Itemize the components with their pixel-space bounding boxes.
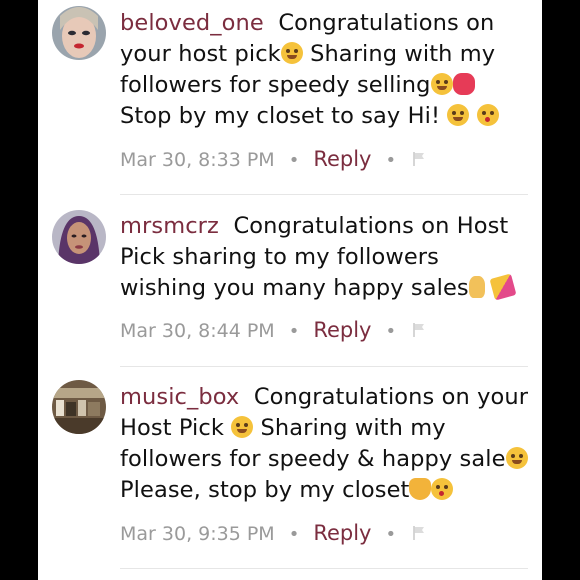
comment-meta: Mar 30, 8:33 PM • Reply •: [120, 145, 426, 173]
comment-meta: Mar 30, 9:35 PM • Reply •: [120, 519, 426, 547]
username-link[interactable]: beloved_one: [120, 10, 264, 36]
separator-dot: •: [288, 321, 300, 342]
hugging-face-icon: [505, 447, 528, 469]
username-link[interactable]: mrsmcrz: [120, 213, 219, 239]
reply-button[interactable]: Reply: [313, 521, 371, 545]
comments-panel: beloved_one Congratulations on your host…: [38, 0, 542, 580]
reply-button[interactable]: Reply: [313, 147, 371, 171]
separator-dot: •: [288, 150, 300, 171]
folded-hands-icon: [409, 478, 432, 500]
reply-button[interactable]: Reply: [313, 318, 371, 342]
timestamp: Mar 30, 9:35 PM: [120, 523, 275, 545]
comment-body: Stop by my closet to say Hi!: [120, 103, 448, 129]
flag-icon[interactable]: [412, 521, 426, 549]
separator-dot: •: [288, 524, 300, 545]
comment-text: music_box Congratulations on your Host P…: [120, 382, 530, 506]
flag-icon[interactable]: [412, 318, 426, 346]
username-link[interactable]: music_box: [120, 384, 239, 410]
timestamp: Mar 30, 8:33 PM: [120, 149, 275, 171]
avatar[interactable]: [52, 210, 106, 264]
crossed-fingers-icon: [468, 276, 485, 298]
party-popper-icon: [489, 273, 517, 301]
avatar[interactable]: [52, 380, 106, 434]
hugging-face-icon: [430, 73, 453, 95]
divider: [120, 194, 528, 195]
flag-icon[interactable]: [412, 147, 426, 175]
separator-dot: •: [385, 321, 397, 342]
divider: [120, 568, 528, 569]
separator-dot: •: [385, 524, 397, 545]
comment-body: Please, stop by my closet: [120, 477, 410, 503]
hugging-face-icon: [231, 416, 254, 438]
smiling-hearts-face-icon: [280, 42, 303, 64]
kissing-face-icon: [476, 104, 499, 126]
divider: [120, 366, 528, 367]
kissing-face-icon: [431, 478, 454, 500]
comment-text: mrsmcrz Congratulations on Host Pick sha…: [120, 211, 530, 304]
avatar[interactable]: [52, 6, 106, 60]
comment-meta: Mar 30, 8:44 PM • Reply •: [120, 316, 426, 344]
timestamp: Mar 30, 8:44 PM: [120, 320, 275, 342]
hibiscus-icon: [452, 73, 475, 95]
separator-dot: •: [385, 150, 397, 171]
hugging-face-icon: [447, 104, 470, 126]
comment-text: beloved_one Congratulations on your host…: [120, 8, 530, 132]
